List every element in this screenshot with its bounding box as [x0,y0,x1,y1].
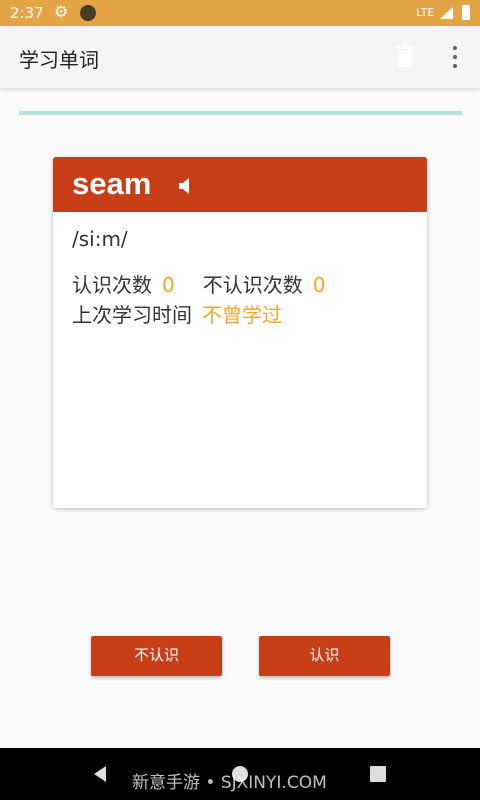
last-study-label: 上次学习时间 [72,303,192,327]
word-card-header: seam [53,157,427,212]
battery-icon [462,5,470,20]
last-study-value: 不曾学过 [202,303,282,327]
more-options-icon[interactable] [445,45,465,69]
notification-dot-icon [80,5,96,21]
status-time: 2:37 [10,4,44,22]
unknown-count-label: 不认识次数 [202,273,303,297]
word-title: seam [72,166,152,201]
study-progress-bar [19,111,462,115]
settings-gear-icon: ⚙ [54,2,69,21]
unknown-count-value: 0 [312,273,326,297]
study-count-line: 认识次数 0 不认识次数 0 [72,269,325,298]
known-button[interactable]: 认识 [259,636,390,676]
recent-apps-icon[interactable] [370,766,386,782]
network-type: LTE [416,6,435,19]
speaker-icon[interactable] [179,178,193,194]
status-bar: 2:37 ⚙ LTE [0,0,480,26]
known-count-label: 认识次数 [72,273,152,297]
app-bar: 学习单词 [0,26,480,88]
back-icon[interactable] [92,766,108,782]
delete-trash-icon[interactable] [396,44,414,67]
unknown-button[interactable]: 不认识 [91,636,222,676]
watermark-text: 新意手游 • SJXINYI.COM [132,773,327,793]
page-title: 学习单词 [19,48,99,72]
signal-icon [440,7,453,19]
last-study-line: 上次学习时间 不曾学过 [72,299,282,328]
word-card: seam /si:m/ 认识次数 0 不认识次数 0 上次学习时间 不曾学过 [53,157,427,508]
system-nav-bar: 新意手游 • SJXINYI.COM [0,748,480,800]
word-phonetic: /si:m/ [72,227,128,251]
known-count-value: 0 [162,273,175,297]
